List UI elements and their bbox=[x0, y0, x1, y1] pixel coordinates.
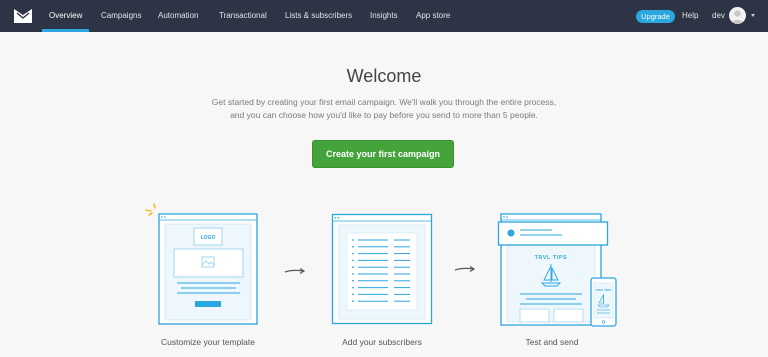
nav-item-insights[interactable]: Insights bbox=[370, 0, 398, 32]
user-silhouette-icon bbox=[731, 10, 744, 24]
nav-item-app-store[interactable]: App store bbox=[416, 0, 450, 32]
list-bullet bbox=[352, 286, 354, 289]
step-customize-label: Customize your template bbox=[160, 337, 255, 347]
nav-active-indicator bbox=[42, 29, 89, 32]
help-link[interactable]: Help bbox=[682, 0, 698, 32]
list-bullet bbox=[352, 239, 354, 241]
step-test-send-label: Test and send bbox=[525, 337, 579, 347]
list-bullet bbox=[352, 279, 354, 282]
list-bullet bbox=[352, 252, 354, 255]
test-send-illustration: TRVL TIPS TRVL TIPS bbox=[497, 213, 617, 327]
nav-item-overview[interactable]: Overview bbox=[49, 0, 82, 32]
chevron-down-icon[interactable] bbox=[751, 14, 755, 17]
sparkle-icon bbox=[145, 203, 156, 216]
arrow-right-icon bbox=[284, 267, 306, 275]
list-bullet bbox=[352, 259, 354, 262]
list-bullet bbox=[352, 300, 354, 303]
avatar[interactable] bbox=[729, 7, 746, 24]
upgrade-button[interactable]: Upgrade bbox=[636, 10, 675, 23]
list-bullet bbox=[352, 293, 354, 296]
nav-item-transactional[interactable]: Transactional bbox=[219, 0, 267, 32]
subtitle-line-2: and you can choose how you'd like to pay… bbox=[230, 110, 538, 120]
nav-item-campaigns[interactable]: Campaigns bbox=[101, 0, 141, 32]
page-title: Welcome bbox=[346, 66, 422, 86]
list-bullet bbox=[352, 273, 354, 275]
arrow-right-icon bbox=[454, 265, 476, 273]
logo-placeholder-text: LOGO bbox=[201, 235, 216, 241]
list-bullet bbox=[352, 245, 354, 248]
travel-tips-text: TRVL TIPS bbox=[535, 255, 568, 261]
phone-preview-text: TRVL TIPS bbox=[596, 288, 611, 292]
logo-icon[interactable] bbox=[14, 9, 32, 23]
user-menu-name[interactable]: dev bbox=[712, 0, 725, 32]
top-navigation: Overview Campaigns Automation Transactio… bbox=[0, 0, 768, 32]
list-bullet bbox=[352, 266, 354, 269]
create-campaign-button[interactable]: Create your first campaign bbox=[312, 140, 454, 168]
subtitle-line-1: Get started by creating your first email… bbox=[211, 97, 557, 107]
nav-item-automation[interactable]: Automation bbox=[158, 0, 198, 32]
nav-item-lists-subscribers[interactable]: Lists & subscribers bbox=[285, 0, 352, 32]
subscriber-list-illustration bbox=[331, 213, 433, 325]
step-subscribers-label: Add your subscribers bbox=[342, 337, 422, 347]
template-illustration: LOGO bbox=[145, 203, 258, 325]
